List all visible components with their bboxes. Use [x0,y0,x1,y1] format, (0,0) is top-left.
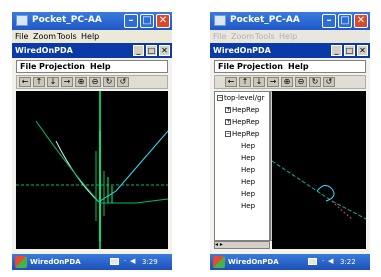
tree-horizontal-scrollbar[interactable]: ◂ ▸ [214,241,270,249]
app-title: WiredOnPDA [15,46,73,55]
minimize-button[interactable]: – [322,14,336,28]
start-icon[interactable] [213,256,225,268]
expand-icon[interactable]: + [225,119,231,125]
app-menu-file[interactable]: File [20,62,36,71]
app-maximize-button[interactable]: □ [146,45,157,56]
pocket-pc-window-b: Pocket_PC-AA – □ ✕ File Zoom Tools Help … [210,12,370,270]
os-window-title: Pocket_PC-AA [230,15,300,25]
tree-node[interactable]: −HepRep [225,130,259,138]
menu-tools[interactable]: Tools [255,32,275,41]
tree-node[interactable]: +HepRep [225,106,259,114]
app-titlebar: WiredOnPDA _ □ ✕ [12,43,172,58]
app-menu-projection[interactable]: Projection [237,62,283,71]
app-menubar: File Projection Help [16,60,168,73]
rotate-ccw-button[interactable]: ↺ [323,77,335,87]
separator-dot: · [124,257,127,265]
window-icon [214,15,226,26]
toolbar: ← ↑ ↓ → ⊕ ⊖ ↻ ↺ [16,75,168,89]
taskbar-app-label[interactable]: WiredOnPDA [228,258,279,266]
maximize-button[interactable]: □ [140,14,154,28]
app-close-button[interactable]: ✕ [357,45,368,56]
minimize-button[interactable]: – [124,14,138,28]
volume-icon[interactable]: ◀ [328,257,333,265]
hierarchy-tree[interactable]: −top-level/gr +HepRep +HepRep −HepRep He… [214,91,270,241]
os-menubar: File Zoom Tools Help [210,30,370,44]
maximize-button[interactable]: □ [338,14,352,28]
volume-icon[interactable]: ◀ [130,257,135,265]
pan-down-button[interactable]: ↓ [253,77,265,87]
toolbar: ← ↑ ↓ → ⊕ ⊖ ↻ ↺ [214,75,366,89]
app-title: WiredOnPDA [213,46,271,55]
separator-dot: · [322,257,325,265]
menu-file[interactable]: File [213,32,226,41]
taskbar: WiredOnPDA · ◀ 3:22 [210,254,370,270]
collapse-icon[interactable]: − [225,131,231,137]
event-display-canvas[interactable] [16,91,168,249]
os-titlebar: Pocket_PC-AA – □ ✕ [210,12,370,30]
clock: 3:29 [142,258,158,266]
pan-right-button[interactable]: → [267,77,279,87]
app-titlebar: WiredOnPDA _ □ ✕ [210,43,370,58]
menu-file[interactable]: File [15,32,28,41]
window-icon [16,15,28,26]
expand-icon[interactable]: + [225,107,231,113]
app-menu-help[interactable]: Help [288,62,309,71]
tree-node[interactable]: +HepRep [225,118,259,126]
rotate-cw-button[interactable]: ↻ [103,77,115,87]
app-minimize-button[interactable]: _ [133,45,144,56]
os-titlebar: Pocket_PC-AA – □ ✕ [12,12,172,30]
zoom-out-button[interactable]: ⊖ [89,77,101,87]
pocket-pc-window-a: Pocket_PC-AA – □ ✕ File Zoom Tools Help … [12,12,172,270]
taskbar-app-label[interactable]: WiredOnPDA [30,258,81,266]
pan-up-button[interactable]: ↑ [33,77,45,87]
app-menubar: File Projection Help [214,60,366,73]
os-window-title: Pocket_PC-AA [32,15,102,25]
close-button[interactable]: ✕ [156,14,170,28]
taskbar: WiredOnPDA · ◀ 3:29 [12,254,172,270]
clock: 3:22 [340,258,356,266]
menu-help[interactable]: Help [279,32,297,41]
event-display-canvas[interactable] [272,91,366,249]
tree-leaf[interactable]: Hep [241,142,255,150]
zoom-in-button[interactable]: ⊕ [281,77,293,87]
event-tracks-graphic [272,160,366,220]
menu-zoom[interactable]: Zoom [33,32,56,41]
rotate-cw-button[interactable]: ↻ [309,77,321,87]
pan-right-button[interactable]: → [61,77,73,87]
zoom-out-button[interactable]: ⊖ [295,77,307,87]
os-menubar: File Zoom Tools Help [12,30,172,44]
menu-tools[interactable]: Tools [57,32,77,41]
collapse-icon[interactable]: − [217,95,223,101]
pan-up-button[interactable]: ↑ [239,77,251,87]
keyboard-icon[interactable] [308,258,317,265]
app-menu-projection[interactable]: Projection [39,62,85,71]
tree-node-root[interactable]: −top-level/gr [217,94,264,102]
close-button[interactable]: ✕ [354,14,368,28]
tree-leaf[interactable]: Hep [241,202,255,210]
tree-leaf[interactable]: Hep [241,190,255,198]
app-minimize-button[interactable]: _ [331,45,342,56]
app-close-button[interactable]: ✕ [159,45,170,56]
app-menu-file[interactable]: File [218,62,234,71]
app-maximize-button[interactable]: □ [344,45,355,56]
event-tracks-graphic [16,91,168,249]
menu-zoom[interactable]: Zoom [231,32,254,41]
pan-down-button[interactable]: ↓ [47,77,59,87]
rotate-ccw-button[interactable]: ↺ [117,77,129,87]
tree-leaf[interactable]: Hep [241,154,255,162]
keyboard-icon[interactable] [110,258,119,265]
menu-help[interactable]: Help [81,32,99,41]
pan-left-button[interactable]: ← [19,77,31,87]
tree-leaf[interactable]: Hep [241,178,255,186]
pan-left-button[interactable]: ← [225,77,237,87]
tree-leaf[interactable]: Hep [241,166,255,174]
start-icon[interactable] [15,256,27,268]
app-menu-help[interactable]: Help [90,62,111,71]
zoom-in-button[interactable]: ⊕ [75,77,87,87]
